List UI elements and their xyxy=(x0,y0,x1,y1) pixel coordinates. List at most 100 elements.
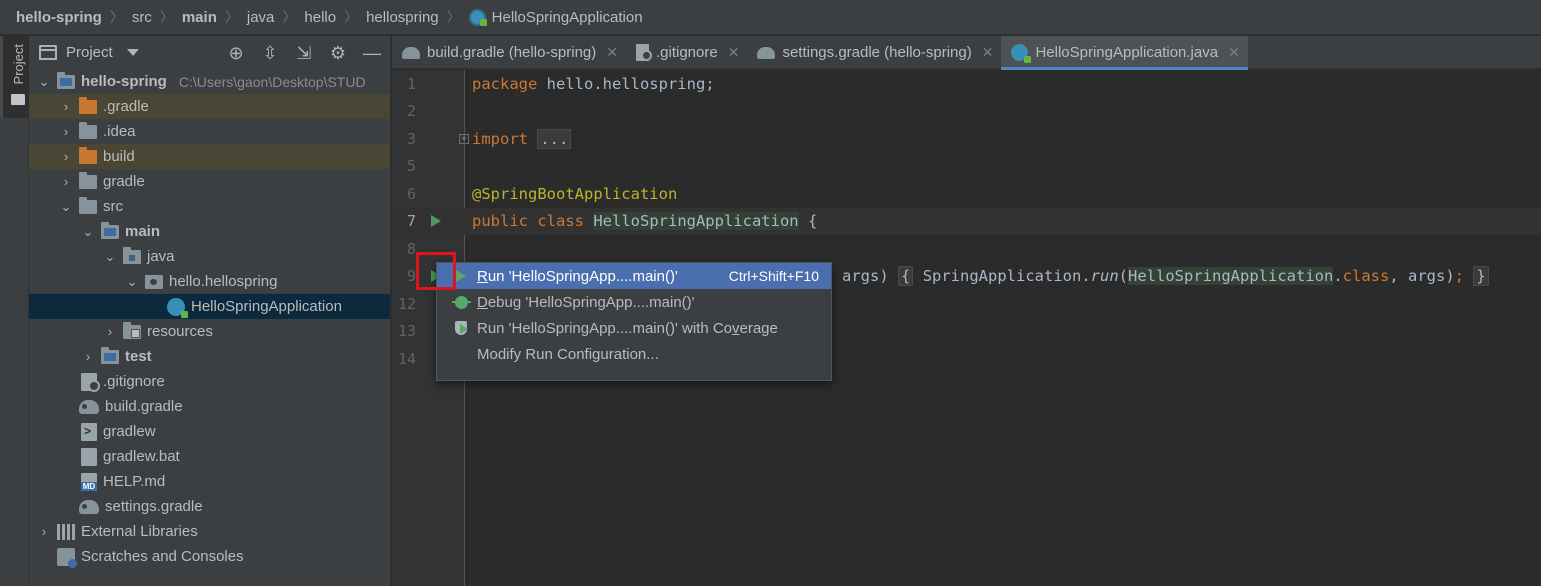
fold-icon[interactable]: + xyxy=(459,134,469,144)
close-icon[interactable]: ✕ xyxy=(728,44,740,61)
chevron-down-icon[interactable]: ⌄ xyxy=(81,224,95,240)
editor-tabs: build.gradle (hello-spring) ✕ .gitignore… xyxy=(392,36,1541,70)
chevron-right-icon[interactable]: › xyxy=(103,324,117,339)
chevron-right-icon[interactable]: › xyxy=(59,99,73,114)
tree-item-settings[interactable]: › settings.gradle xyxy=(29,494,390,519)
tree-item-help[interactable]: › HELP.md xyxy=(29,469,390,494)
tree-item-main[interactable]: ⌄ main xyxy=(29,219,390,244)
tree-item-idea[interactable]: › .idea xyxy=(29,119,390,144)
code-brace: { xyxy=(898,266,914,286)
tree-item-gradle[interactable]: › gradle xyxy=(29,169,390,194)
code-line[interactable]: 6 @SpringBootApplication xyxy=(392,181,1541,208)
tab-gitignore[interactable]: .gitignore ✕ xyxy=(626,36,747,69)
tree-item-resources[interactable]: › resources xyxy=(29,319,390,344)
menu-item-run[interactable]: Run 'HelloSpringApp....main()' Ctrl+Shif… xyxy=(437,263,831,289)
tree-item-package[interactable]: ⌄ hello.hellospring xyxy=(29,269,390,294)
minimize-icon[interactable]: — xyxy=(362,43,382,63)
tree-item-build[interactable]: › build xyxy=(29,144,390,169)
tree-item-label: hello-spring xyxy=(81,73,167,90)
tree-item-external-libraries[interactable]: › External Libraries xyxy=(29,519,390,544)
close-icon[interactable]: ✕ xyxy=(606,44,618,61)
tree-item-gradlew[interactable]: › gradlew xyxy=(29,419,390,444)
chevron-right-icon: 〉 xyxy=(446,9,461,25)
project-tool-tab[interactable]: Project xyxy=(0,36,29,118)
menu-item-debug[interactable]: Debug 'HelloSpringApp....main()' xyxy=(437,289,831,315)
line-number: 2 xyxy=(406,102,416,120)
tree-item-gradle-dot[interactable]: › .gradle xyxy=(29,94,390,119)
line-number: 13 xyxy=(397,322,416,340)
tree-item-root[interactable]: ⌄ hello-spring C:\Users\gaon\Desktop\STU… xyxy=(29,69,390,94)
gradle-icon xyxy=(79,399,99,414)
code-line-current[interactable]: 7 public class HelloSpringApplication { xyxy=(392,208,1541,235)
tree-item-src[interactable]: ⌄ src xyxy=(29,194,390,219)
tab-build-gradle[interactable]: build.gradle (hello-spring) ✕ xyxy=(392,36,626,69)
tree-item-label: HELP.md xyxy=(103,473,166,490)
close-icon[interactable]: ✕ xyxy=(1228,44,1240,61)
project-panel: Project ⊕ ⇳ ⇲ ⚙ — ⌄ hello-spring C:\User… xyxy=(29,36,391,586)
chevron-down-icon[interactable] xyxy=(126,49,139,56)
tab-hello-spring-application[interactable]: HelloSpringApplication.java ✕ xyxy=(1001,36,1249,70)
chevron-right-icon[interactable]: › xyxy=(37,524,51,539)
line-number: 6 xyxy=(406,185,416,203)
locate-icon[interactable]: ⊕ xyxy=(226,43,246,63)
tree-item-label: hello.hellospring xyxy=(169,273,278,290)
line-number: 12 xyxy=(397,295,416,313)
gear-icon[interactable]: ⚙ xyxy=(328,43,348,63)
tree-item-java[interactable]: ⌄ java xyxy=(29,244,390,269)
tree-item-label: Scratches and Consoles xyxy=(81,548,244,565)
project-view-selector[interactable]: Project xyxy=(66,44,113,61)
tab-settings-gradle[interactable]: settings.gradle (hello-spring) ✕ xyxy=(747,36,1001,69)
breadcrumb-main[interactable]: main xyxy=(182,9,217,26)
code-method: run xyxy=(1090,267,1119,285)
code-line[interactable]: 5 xyxy=(392,153,1541,180)
breadcrumb-hellospring[interactable]: hellospring xyxy=(366,9,439,26)
line-number: 14 xyxy=(397,350,416,368)
tree-item-label: .gradle xyxy=(103,98,149,115)
close-icon[interactable]: ✕ xyxy=(982,44,994,61)
code-line[interactable]: 3 + import ... xyxy=(392,126,1541,153)
code-line[interactable]: 2 xyxy=(392,98,1541,125)
class-icon xyxy=(1011,44,1032,63)
menu-item-coverage[interactable]: Run 'HelloSpringApp....main()' with Cove… xyxy=(437,315,831,341)
chevron-down-icon[interactable]: ⌄ xyxy=(59,199,73,215)
chevron-right-icon[interactable]: › xyxy=(59,174,73,189)
library-icon xyxy=(57,523,75,540)
tree-item-scratches[interactable]: › Scratches and Consoles xyxy=(29,544,390,569)
project-tool-tab-label: Project xyxy=(11,44,26,85)
tree-item-gradlew-bat[interactable]: › gradlew.bat xyxy=(29,444,390,469)
tree-item-test[interactable]: › test xyxy=(29,344,390,369)
tree-item-build-gradle[interactable]: › build.gradle xyxy=(29,394,390,419)
run-gutter-icon[interactable] xyxy=(431,215,441,227)
collapse-all-icon[interactable]: ⇲ xyxy=(294,43,314,63)
tree-item-label: .idea xyxy=(103,123,136,140)
chevron-right-icon[interactable]: › xyxy=(81,349,95,364)
tree-item-label: java xyxy=(147,248,175,265)
code-text: hello.hellospring; xyxy=(537,75,715,93)
chevron-down-icon[interactable]: ⌄ xyxy=(103,249,117,265)
breadcrumb-java[interactable]: java xyxy=(247,9,275,26)
project-tree: ⌄ hello-spring C:\Users\gaon\Desktop\STU… xyxy=(29,69,390,569)
tree-item-label: gradlew.bat xyxy=(103,448,180,465)
code-line[interactable]: 1 package hello.hellospring; xyxy=(392,71,1541,98)
gitignore-icon xyxy=(636,44,652,61)
breadcrumb-hello[interactable]: hello xyxy=(304,9,336,26)
breadcrumb-project[interactable]: hello-spring xyxy=(16,9,102,26)
line-number: 1 xyxy=(406,75,416,93)
chevron-right-icon: 〉 xyxy=(109,9,124,25)
text-file-icon xyxy=(81,447,97,466)
chevron-down-icon[interactable]: ⌄ xyxy=(125,274,139,290)
expand-all-icon[interactable]: ⇳ xyxy=(260,43,280,63)
breadcrumb-class[interactable]: HelloSpringApplication xyxy=(468,8,643,26)
code-line[interactable]: 8 xyxy=(392,236,1541,263)
tree-item-label: src xyxy=(103,198,123,215)
chevron-right-icon[interactable]: › xyxy=(59,124,73,139)
tool-window-stripe: Project xyxy=(0,36,29,586)
breadcrumb-src[interactable]: src xyxy=(132,9,152,26)
tree-item-app-class[interactable]: › HelloSpringApplication xyxy=(29,294,390,319)
tree-item-gitignore[interactable]: › .gitignore xyxy=(29,369,390,394)
chevron-down-icon[interactable]: ⌄ xyxy=(37,74,51,90)
chevron-right-icon: 〉 xyxy=(159,9,174,25)
chevron-right-icon[interactable]: › xyxy=(59,149,73,164)
menu-item-modify-config[interactable]: Modify Run Configuration... xyxy=(437,341,831,367)
folded-imports[interactable]: ... xyxy=(537,129,572,149)
